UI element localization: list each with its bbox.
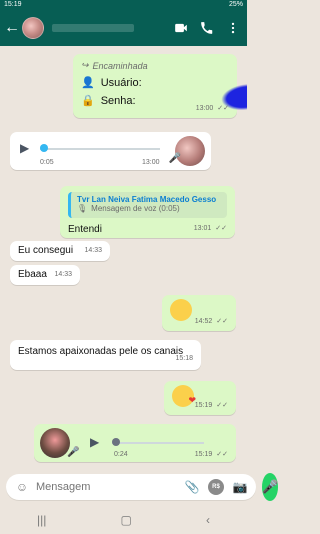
voice-duration: 0:24 [114,451,128,458]
android-navigation: ||| ▢ ‹ [0,506,247,534]
back-icon[interactable]: ‹ [206,513,210,527]
header-actions [173,20,241,36]
composer-actions: 📎 R$ 📷 [184,479,248,495]
quoted-subtitle: 🎙 Mensagem de voz (0:05) [77,204,180,213]
voice-waveform[interactable] [112,438,204,446]
back-arrow-icon[interactable]: ← [4,20,20,36]
recent-apps-icon[interactable]: ||| [37,513,46,527]
status-time: 15:19 [4,1,22,8]
message-input[interactable] [36,481,178,493]
incoming-message[interactable]: Estamos apaixonadas pele os canais 15:18 [10,340,201,370]
play-icon[interactable]: ▶ [20,142,32,154]
payment-icon[interactable]: R$ [208,479,224,495]
contact-avatar[interactable] [22,17,44,39]
attachment-icon[interactable]: 📎 [184,479,200,495]
message-input-container[interactable]: ☺ 📎 R$ 📷 [6,474,256,500]
message-meta: 14:33 [84,247,102,254]
composer-bar: ☺ 📎 R$ 📷 🎤 [0,472,279,502]
message-list[interactable]: ↪ Encaminhada 👤 Usuário: 🔒 Senha: 13:00 … [0,46,247,472]
message-meta: 13:01 ✓✓ [193,224,227,233]
usuario-row: 👤 Usuário: [81,76,142,90]
voice-waveform[interactable] [40,144,160,152]
contact-name[interactable] [52,24,134,32]
message-meta: 13:00 ✓✓ [195,104,229,113]
chat-header: ← [0,10,247,46]
microphone-icon: 🎙 [77,204,88,213]
message-meta: 14:52 ✓✓ [194,317,228,326]
status-bar: 15:19 25% [0,0,247,10]
quoted-author: Tvr Lan Neiva Fatima Macedo Gesso [77,195,217,204]
camera-icon[interactable]: 📷 [232,479,248,495]
incoming-message[interactable]: Ebaaa 14:33 [10,265,80,285]
message-meta: 15:19 ✓✓ [194,450,228,459]
more-options-icon[interactable] [225,20,241,36]
lock-icon: 🔒 [81,95,95,107]
microphone-icon: 🎤 [67,447,80,458]
message-meta: 14:33 [54,271,72,278]
forwarded-message[interactable]: ↪ Encaminhada 👤 Usuário: 🔒 Senha: 13:00 … [73,54,247,118]
voice-duration: 0:05 [40,159,54,166]
grinning-face-icon [170,299,192,321]
forward-arrow-icon: ↪ [81,60,89,70]
phone-call-icon[interactable] [199,20,215,36]
home-icon[interactable]: ▢ [121,513,132,527]
emoji-message[interactable]: 14:52 ✓✓ [162,295,236,331]
emoji-icon[interactable]: ☺ [14,479,30,495]
video-call-icon[interactable] [173,20,189,36]
incoming-message[interactable]: Eu consegui 14:33 [10,241,110,261]
voice-time: 13:00 [142,159,160,166]
outgoing-voice-message[interactable]: 🎤 ▶ 0:24 15:19 ✓✓ [34,424,236,462]
reply-message[interactable]: Tvr Lan Neiva Fatima Macedo Gesso 🎙 Mens… [60,186,235,238]
user-icon: 👤 [81,77,95,89]
message-meta: 15:18 [175,355,193,362]
microphone-icon: 🎤 [168,153,181,164]
message-meta: 15:19 ✓✓ [194,401,228,410]
emoji-message[interactable]: 15:19 ✓✓ [164,381,236,415]
battery-percent: 25% [228,1,243,8]
incoming-voice-message[interactable]: ▶ 0:05 13:00 🎤 [10,132,211,170]
smiling-face-with-hearts-icon [172,385,196,407]
play-icon[interactable]: ▶ [90,436,102,448]
forwarded-label: ↪ Encaminhada [81,60,148,71]
quoted-message[interactable]: Tvr Lan Neiva Fatima Macedo Gesso 🎙 Mens… [68,192,227,218]
voice-avatar [40,428,70,458]
message-text: Estamos apaixonadas pele os canais [18,346,184,357]
microphone-button[interactable]: 🎤 [262,473,279,501]
